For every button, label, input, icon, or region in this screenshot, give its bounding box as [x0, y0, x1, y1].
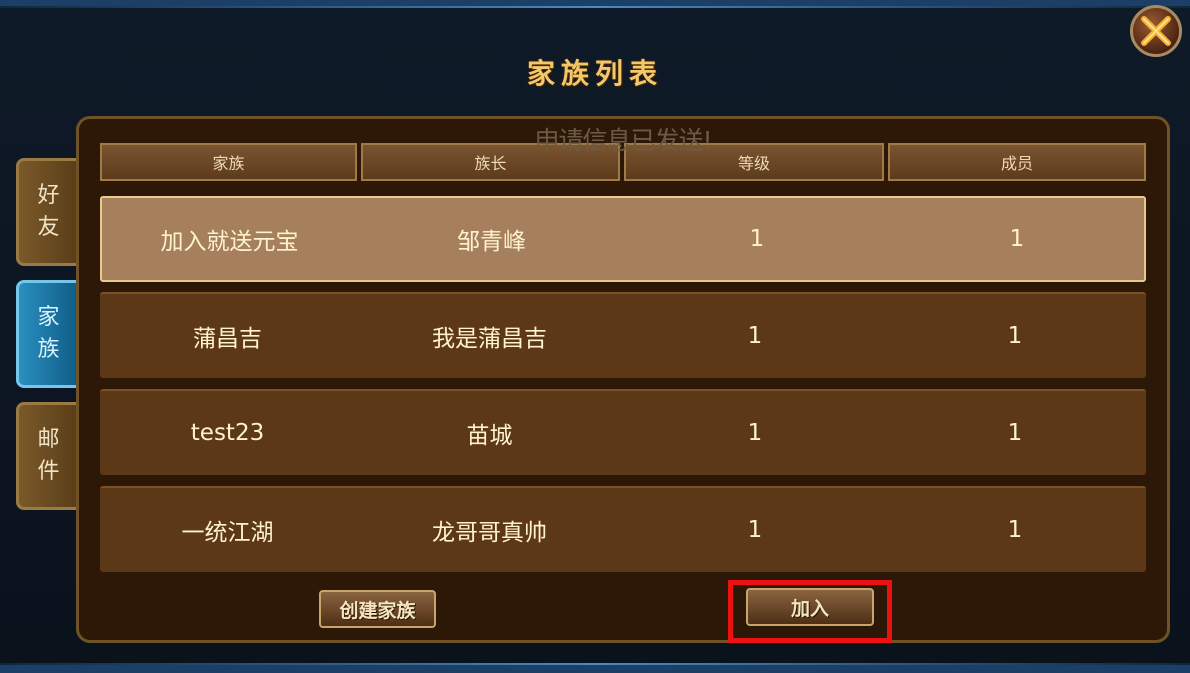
cell-leader: 苗城 — [466, 423, 513, 449]
tab-friends-label-top: 好 — [37, 183, 60, 208]
tab-mail[interactable]: 邮 件 — [16, 402, 78, 510]
join-button-highlight — [728, 580, 892, 643]
tab-family-label-top: 家 — [37, 305, 60, 330]
close-button[interactable] — [1130, 5, 1182, 57]
page-title: 家族列表 — [526, 57, 663, 90]
cell-leader: 龙哥哥真帅 — [432, 520, 547, 546]
cell-level: 1 — [749, 226, 765, 252]
tab-friends[interactable]: 好 友 — [16, 158, 78, 266]
cell-level: 1 — [747, 420, 763, 446]
cell-members: 1 — [1009, 226, 1025, 252]
table-row[interactable]: 一统江湖 龙哥哥真帅 1 1 — [100, 486, 1146, 572]
cell-family: 加入就送元宝 — [160, 229, 299, 255]
cell-level: 1 — [747, 517, 763, 543]
close-x-icon — [1141, 16, 1171, 46]
cell-members: 1 — [1007, 420, 1023, 446]
cell-family: 一统江湖 — [181, 520, 274, 546]
tab-friends-label-bottom: 友 — [37, 215, 60, 240]
tab-mail-label-top: 邮 — [37, 427, 60, 452]
cell-family: test23 — [190, 420, 265, 446]
cell-leader: 我是蒲昌吉 — [432, 326, 547, 352]
cell-level: 1 — [747, 323, 763, 349]
table-row-selected[interactable]: 加入就送元宝 邹青峰 1 1 — [100, 196, 1146, 282]
tab-family-label-bottom: 族 — [37, 337, 60, 362]
create-family-button[interactable]: 创建家族 — [319, 590, 436, 628]
table-row[interactable]: test23 苗城 1 1 — [100, 389, 1146, 475]
tab-mail-label-bottom: 件 — [37, 459, 60, 484]
status-message: 申请信息已发送! — [534, 126, 712, 155]
cell-members: 1 — [1007, 517, 1023, 543]
table-row[interactable]: 蒲昌吉 我是蒲昌吉 1 1 — [100, 292, 1146, 378]
cell-leader: 邹青峰 — [457, 229, 526, 255]
tab-family[interactable]: 家 族 — [16, 280, 78, 388]
cell-members: 1 — [1007, 323, 1023, 349]
cell-family: 蒲昌吉 — [193, 326, 262, 352]
